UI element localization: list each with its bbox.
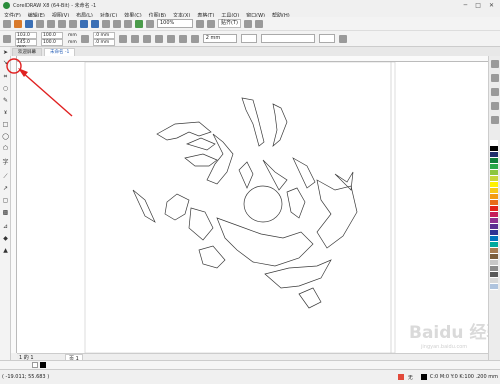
outline-status: C:0 M:0 Y:0 K:100 .200 mm <box>429 374 498 380</box>
pick-tool-icon[interactable]: ➤ <box>2 49 9 56</box>
tab-untitled-1[interactable]: 未命名 -1 <box>44 48 76 56</box>
freehand-tool-icon[interactable]: ✎ <box>2 97 9 104</box>
text-tool-icon[interactable]: 字 <box>2 159 9 166</box>
paste-icon[interactable] <box>69 19 77 28</box>
import-icon[interactable] <box>113 19 121 28</box>
drop-shadow-tool-icon[interactable]: ▢ <box>2 197 9 204</box>
app-launcher-icon[interactable] <box>146 19 154 28</box>
page-border <box>84 61 396 354</box>
outline-width-select[interactable]: 2 mm <box>202 34 237 43</box>
docker-hints-icon[interactable] <box>491 102 499 110</box>
rectangle-tool-icon[interactable]: □ <box>2 121 9 128</box>
cursor-coordinates: ( -19.011; 55.683 ) <box>2 374 50 380</box>
toolbox: ➤ ↘ ⌗ ○ ✎ ɤ □ ◯ ⬠ 字 ⟋ ↗ ▢ ▩ ⊿ ◆ ▲ <box>0 47 11 360</box>
drawing-canvas[interactable]: Baidu 经验 jingyan.baidu.com <box>17 61 500 354</box>
object-origin-icon[interactable] <box>3 34 11 43</box>
docker-settings-icon[interactable] <box>491 60 499 68</box>
print-icon[interactable] <box>36 19 44 28</box>
zoom-tool-icon[interactable]: ○ <box>2 85 9 92</box>
save-icon[interactable] <box>25 19 33 28</box>
rulers-icon[interactable] <box>207 19 215 28</box>
tab-welcome-screen[interactable]: 欢迎屏幕 <box>12 48 42 56</box>
new-icon[interactable] <box>3 19 11 28</box>
baidu-watermark: Baidu 经验 jingyan.baidu.com <box>409 322 500 350</box>
document-tabs: 欢迎屏幕 未命名 -1 <box>10 47 500 56</box>
page-navigator: 1 的 1 页 1 <box>17 353 488 363</box>
x-position-input[interactable]: 103.0 mm <box>15 31 37 43</box>
crop-tool-icon[interactable]: ⌗ <box>2 73 9 80</box>
launch-icon[interactable] <box>254 19 263 28</box>
color-palette <box>490 140 498 290</box>
y-position-input[interactable]: 145.0 mm <box>15 38 37 50</box>
docker-objects-icon[interactable] <box>491 88 499 96</box>
black-swatch[interactable] <box>40 362 46 368</box>
undo-icon[interactable] <box>80 19 88 28</box>
export-icon[interactable] <box>124 19 132 28</box>
drawing-svg: Baidu 经验 jingyan.baidu.com <box>84 61 500 354</box>
close-curve-icon[interactable] <box>190 34 199 43</box>
open-icon[interactable] <box>14 19 22 28</box>
fill-status: 无 <box>407 374 413 381</box>
break-apart-icon[interactable] <box>178 34 187 43</box>
parallel-dimension-tool-icon[interactable]: ⟋ <box>2 173 9 180</box>
lock-ratio-icon[interactable] <box>80 34 89 43</box>
scale-x-input[interactable]: .0 mm <box>92 31 115 39</box>
line-style-select[interactable] <box>260 34 315 43</box>
window-title: CorelDRAW X8 (64-Bit) - 未命名 -1 <box>13 2 97 9</box>
docker-transform-icon[interactable] <box>491 116 499 124</box>
interactive-fill-tool-icon[interactable]: ◆ <box>2 235 9 242</box>
maximize-button[interactable]: □ <box>475 2 481 9</box>
connector-tool-icon[interactable]: ↗ <box>2 185 9 192</box>
redo-icon[interactable] <box>91 19 99 28</box>
transparency-tool-icon[interactable]: ▩ <box>2 209 9 216</box>
publish-icon[interactable] <box>135 19 143 28</box>
height-input[interactable]: 100.0 <box>41 38 63 46</box>
document-palette <box>0 360 500 369</box>
fill-indicator-icon <box>397 374 404 380</box>
height-unit: mm <box>68 39 77 45</box>
rotate-icon[interactable] <box>142 34 151 43</box>
watermark-subtext: jingyan.baidu.com <box>420 344 467 350</box>
minimize-button[interactable]: ─ <box>464 2 468 9</box>
smart-fill-tool-icon[interactable]: ▲ <box>2 247 9 254</box>
width-input[interactable]: 100.0 <box>41 31 63 39</box>
no-color-swatch[interactable] <box>32 362 38 368</box>
full-screen-icon[interactable] <box>196 19 204 28</box>
title-bar: CorelDRAW X8 (64-Bit) - 未命名 -1 ─ □ ✕ <box>0 0 500 10</box>
mirror-vertical-icon[interactable] <box>130 34 139 43</box>
outline-color-icon <box>420 374 427 380</box>
eyedropper-tool-icon[interactable]: ⊿ <box>2 223 9 230</box>
polygon-tool-icon[interactable]: ⬠ <box>2 145 9 152</box>
color-swatch[interactable] <box>490 284 498 290</box>
cut-icon[interactable] <box>47 19 55 28</box>
node-icon[interactable] <box>154 34 163 43</box>
scale-y-input[interactable]: .0 mm <box>92 38 115 46</box>
docker-properties-icon[interactable] <box>491 74 499 82</box>
curve-icon[interactable] <box>166 34 175 43</box>
mirror-horizontal-icon[interactable] <box>118 34 127 43</box>
options-icon[interactable] <box>243 19 252 28</box>
close-button[interactable]: ✕ <box>489 2 494 9</box>
search-icon[interactable] <box>102 19 110 28</box>
artistic-media-tool-icon[interactable]: ɤ <box>2 109 9 116</box>
end-arrow-select[interactable] <box>318 34 335 43</box>
shape-tool-icon[interactable]: ↘ <box>2 59 9 66</box>
standard-toolbar: 100% 贴齐(T) <box>0 17 500 31</box>
coreldraw-app-icon <box>3 1 10 9</box>
watermark-text: Baidu 经验 <box>409 322 488 343</box>
ellipse-tool-icon[interactable]: ◯ <box>2 133 9 140</box>
wrap-text-icon[interactable] <box>338 34 347 43</box>
snap-to-dropdown[interactable]: 贴齐(T) <box>218 19 241 28</box>
width-unit: mm <box>68 32 77 38</box>
copy-icon[interactable] <box>58 19 66 28</box>
zoom-level-select[interactable]: 100% <box>157 19 193 28</box>
start-arrow-select[interactable] <box>240 34 257 43</box>
status-bar: ( -19.011; 55.683 ) 无 C:0 M:0 Y:0 K:100 … <box>0 369 500 384</box>
property-bar: 103.0 mm 145.0 mm 100.0 100.0 mm mm .0 m… <box>0 31 500 50</box>
